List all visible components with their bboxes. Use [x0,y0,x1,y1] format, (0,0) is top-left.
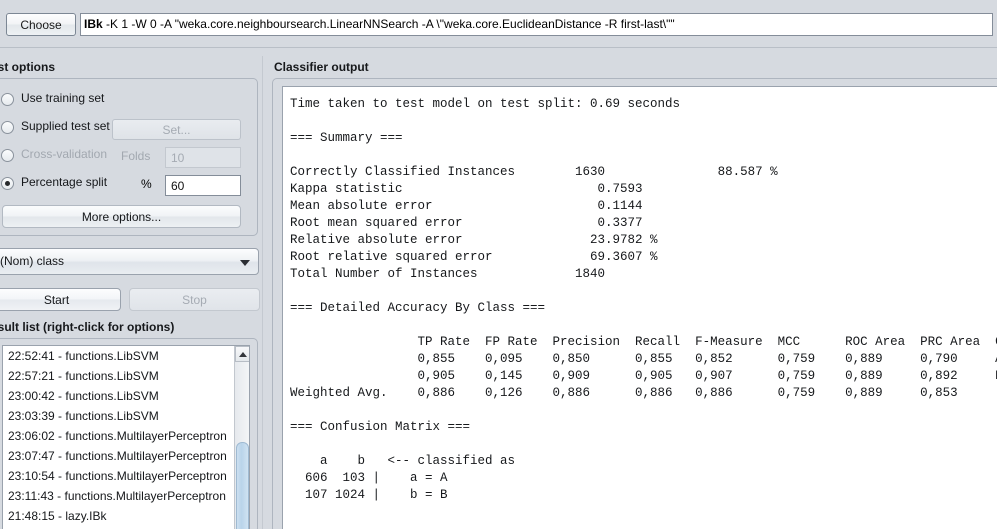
scroll-up-arrow-icon[interactable] [235,346,249,362]
classifier-output-title: Classifier output [274,60,369,74]
percentage-split-input[interactable]: 60 [165,175,241,196]
classifier-output-text: Time taken to test model on test split: … [290,97,997,502]
radio-icon-supplied-test-set [1,121,14,134]
test-options-box: Use training set Supplied test set Set..… [0,78,258,236]
radio-icon-cross-validation [1,149,14,162]
list-item[interactable]: 23:03:39 - functions.LibSVM [3,406,234,426]
choose-button[interactable]: Choose [6,13,76,36]
classifier-options: -K 1 -W 0 -A "weka.core.neighboursearch.… [102,17,675,31]
classifier-output-textarea[interactable]: Time taken to test model on test split: … [282,86,997,529]
more-options-button[interactable]: More options... [2,205,241,228]
classifier-chooser-row: Choose IBk -K 1 -W 0 -A "weka.core.neigh… [0,0,997,47]
chevron-down-icon [240,260,250,266]
radio-icon-use-training-set [1,93,14,106]
list-item[interactable]: 22:52:41 - functions.LibSVM [3,346,234,366]
percent-sign-label: % [141,177,152,191]
result-items-container: 22:52:41 - functions.LibSVM 22:57:21 - f… [3,346,234,526]
stop-button: Stop [129,288,260,311]
list-item[interactable]: 23:06:02 - functions.MultilayerPerceptro… [3,426,234,446]
left-panel: est options Use training set Supplied te… [0,56,268,529]
classifier-command-field[interactable]: IBk -K 1 -W 0 -A "weka.core.neighboursea… [80,13,993,36]
list-item[interactable]: 23:10:54 - functions.MultilayerPerceptro… [3,466,234,486]
right-panel: Classifier output Time taken to test mod… [270,56,997,529]
class-attribute-dropdown[interactable]: (Nom) class [0,248,259,275]
result-list[interactable]: 22:52:41 - functions.LibSVM 22:57:21 - f… [2,345,250,529]
test-options-title: est options [0,60,56,74]
radio-label-use-training-set: Use training set [21,91,105,105]
set-button[interactable]: Set... [112,119,241,140]
folds-label: Folds [121,149,151,163]
radio-label-supplied-test-set: Supplied test set [21,119,110,133]
radio-label-percentage-split: Percentage split [21,175,108,189]
scrollbar-thumb[interactable] [236,442,249,529]
class-attribute-value: (Nom) class [0,254,65,268]
radio-label-cross-validation: Cross-validation [21,147,108,161]
result-list-scrollbar[interactable] [234,346,249,529]
classifier-name: IBk [84,17,103,31]
list-item[interactable]: 23:11:43 - functions.MultilayerPerceptro… [3,486,234,506]
start-button[interactable]: Start [0,288,121,311]
folds-input[interactable]: 10 [165,147,241,168]
result-list-title: esult list (right-click for options) [0,320,175,334]
classifier-output-box: Time taken to test model on test split: … [272,78,997,529]
list-item[interactable]: 21:48:15 - lazy.IBk [3,506,234,526]
weka-explorer-classify-panel: Choose IBk -K 1 -W 0 -A "weka.core.neigh… [0,0,997,529]
list-item[interactable]: 23:00:42 - functions.LibSVM [3,386,234,406]
result-list-box: 22:52:41 - functions.LibSVM 22:57:21 - f… [0,338,258,529]
list-item[interactable]: 23:07:47 - functions.MultilayerPerceptro… [3,446,234,466]
radio-icon-percentage-split [1,177,14,190]
list-item[interactable]: 22:57:21 - functions.LibSVM [3,366,234,386]
